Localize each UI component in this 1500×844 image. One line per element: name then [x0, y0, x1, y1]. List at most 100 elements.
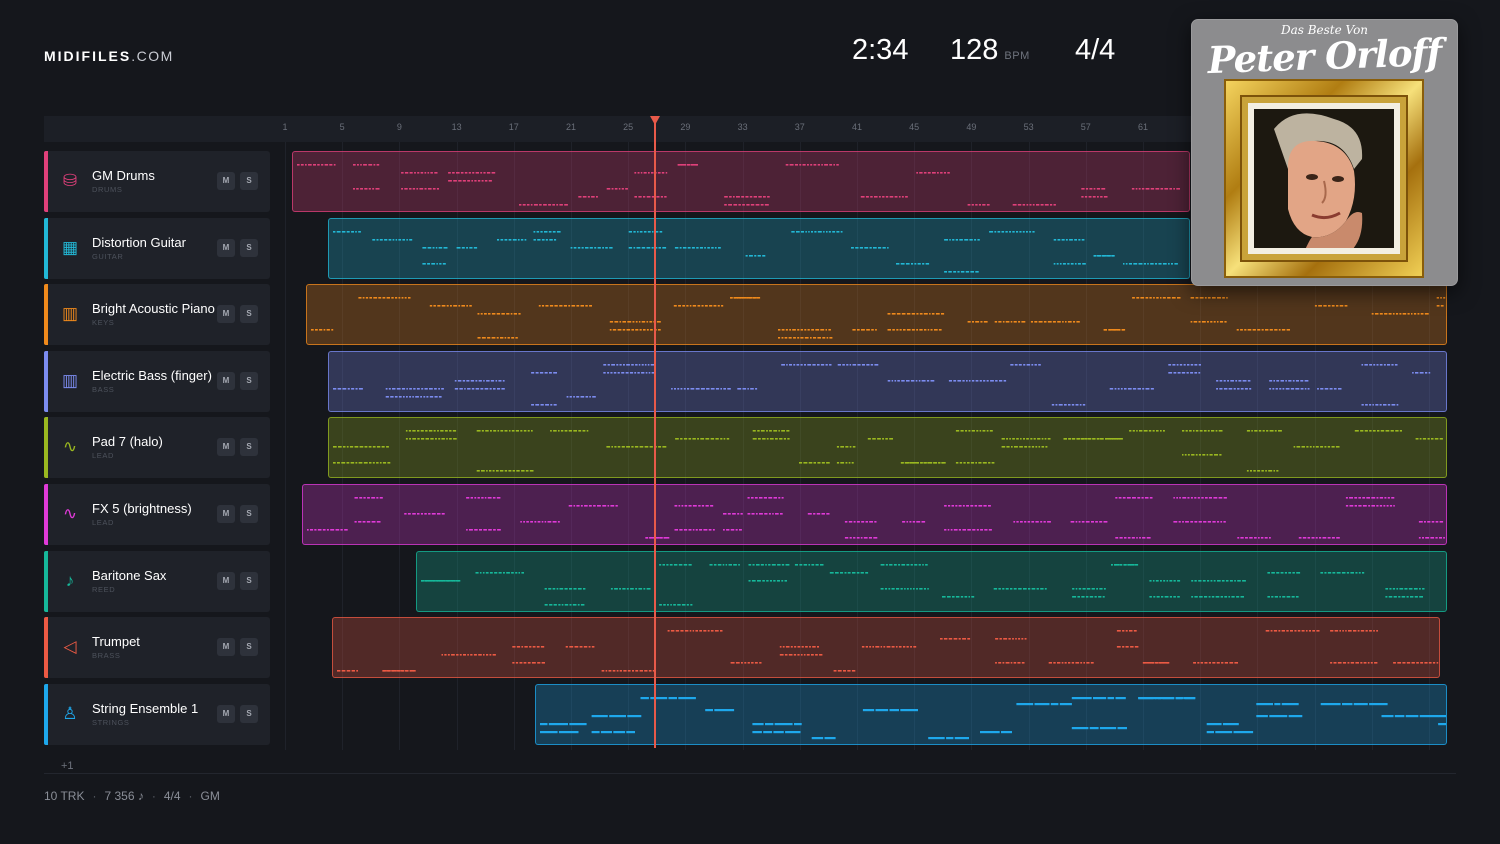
track-header[interactable]: ∿ Pad 7 (halo) LEAD M S — [44, 417, 270, 479]
solo-button[interactable]: S — [240, 571, 258, 590]
midi-note — [1019, 446, 1023, 448]
midi-note — [1362, 505, 1367, 507]
midi-note — [485, 430, 489, 432]
midi-note — [952, 595, 955, 598]
midi-note — [1273, 630, 1278, 632]
mute-button[interactable]: M — [217, 438, 235, 457]
midi-note — [1191, 595, 1194, 598]
midi-note — [769, 579, 772, 582]
midi-note — [764, 204, 769, 206]
midi-note — [1176, 188, 1180, 190]
midi-note — [671, 387, 673, 390]
midi-note — [958, 638, 961, 640]
midi-note — [749, 254, 753, 257]
midi-clip[interactable] — [535, 683, 1447, 745]
midi-note — [452, 430, 457, 432]
solo-button[interactable]: S — [240, 704, 258, 723]
midi-note — [910, 587, 912, 590]
midi-note — [1010, 363, 1014, 366]
midi-note — [1315, 446, 1319, 448]
midi-note — [762, 438, 766, 440]
midi-note — [1392, 587, 1396, 590]
mute-button[interactable]: M — [217, 238, 235, 257]
midi-note — [619, 321, 622, 323]
midi-note — [359, 446, 364, 448]
midi-note — [623, 363, 625, 366]
midi-note — [1065, 238, 1068, 241]
midi-clip[interactable] — [416, 550, 1447, 612]
mute-button[interactable]: M — [217, 505, 235, 523]
midi-note — [535, 371, 539, 374]
midi-clip[interactable] — [306, 284, 1447, 346]
midi-note — [518, 571, 520, 574]
mute-button[interactable]: M — [217, 638, 235, 657]
midi-note — [390, 395, 394, 398]
midi-note — [329, 164, 333, 166]
midi-note — [572, 603, 577, 606]
mute-button[interactable]: M — [217, 172, 235, 190]
mute-button[interactable]: M — [217, 371, 235, 390]
track-header[interactable]: ◁ Trumpet BRASS M S — [44, 617, 270, 679]
midi-note — [1010, 321, 1013, 323]
midi-note — [1085, 595, 1089, 598]
solo-button[interactable]: S — [240, 638, 258, 657]
midi-note — [820, 363, 825, 366]
solo-button[interactable]: S — [240, 438, 258, 457]
midi-clip[interactable] — [328, 417, 1447, 479]
mute-button[interactable]: M — [217, 571, 235, 590]
midi-note — [747, 513, 751, 515]
midi-clip[interactable] — [292, 151, 1190, 212]
midi-note — [1002, 662, 1005, 664]
midi-note — [585, 305, 588, 307]
midi-note — [1129, 430, 1132, 432]
playhead[interactable] — [654, 116, 656, 748]
track-header[interactable]: ▥ Electric Bass (finger) BASS M S — [44, 350, 270, 412]
track-header[interactable]: ⛁ GM Drums DRUMS M S — [44, 151, 270, 212]
midi-note — [1152, 579, 1155, 582]
midi-note — [1381, 714, 1394, 717]
solo-button[interactable]: S — [240, 172, 258, 190]
mute-button[interactable]: M — [217, 305, 235, 324]
midi-note — [484, 497, 487, 499]
midi-note — [1026, 363, 1031, 366]
midi-note — [641, 371, 645, 374]
midi-note — [358, 462, 363, 464]
midi-note — [688, 563, 692, 566]
midi-note — [754, 662, 758, 664]
solo-button[interactable]: S — [240, 371, 258, 390]
midi-note — [346, 446, 349, 448]
midi-note — [569, 587, 573, 590]
midi-note — [874, 363, 879, 366]
midi-note — [715, 438, 719, 440]
track-name: Pad 7 (halo) — [92, 434, 163, 450]
midi-note — [964, 238, 969, 241]
midi-clip[interactable] — [332, 617, 1440, 679]
midi-clip[interactable] — [302, 484, 1447, 545]
track-header[interactable]: ▦ Distortion Guitar GUITAR M S — [44, 217, 270, 279]
midi-note — [376, 238, 379, 241]
midi-note — [1332, 571, 1336, 574]
midi-note — [1133, 262, 1138, 265]
track-header[interactable]: ♪ Baritone Sax REED M S — [44, 550, 270, 612]
midi-note — [1301, 630, 1305, 632]
midi-note — [695, 529, 698, 531]
midi-clip[interactable] — [328, 217, 1190, 279]
midi-note — [470, 654, 473, 656]
midi-clip[interactable] — [328, 350, 1447, 412]
mute-button[interactable]: M — [217, 704, 235, 723]
solo-button[interactable]: S — [240, 305, 258, 324]
track-header[interactable]: ▥ Bright Acoustic Piano KEYS M S — [44, 284, 270, 346]
midi-note — [911, 262, 914, 265]
midi-note — [1147, 262, 1149, 265]
track-header[interactable]: ♙ String Ensemble 1 STRINGS M S — [44, 683, 270, 745]
midi-note — [1329, 387, 1333, 390]
midi-note — [911, 313, 916, 315]
track-header[interactable]: ∿ FX 5 (brightness) LEAD M S — [44, 484, 270, 545]
midi-note — [1031, 521, 1035, 523]
solo-button[interactable]: S — [240, 238, 258, 257]
midi-note — [1221, 662, 1224, 664]
playhead-handle[interactable] — [650, 116, 660, 125]
midi-note — [398, 395, 402, 398]
solo-button[interactable]: S — [240, 505, 258, 523]
more-tracks-indicator[interactable]: +1 — [61, 760, 74, 772]
